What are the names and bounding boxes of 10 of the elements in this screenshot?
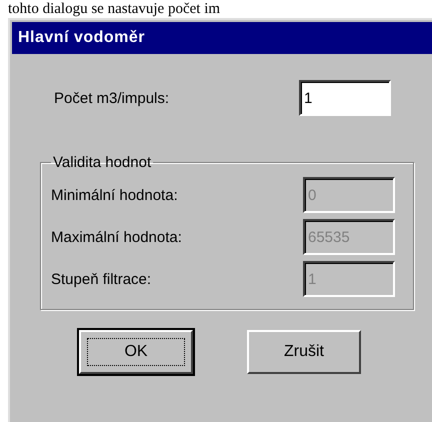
cancel-button[interactable]: Zrušit <box>247 330 361 374</box>
field-label: Stupeň filtrace: <box>51 270 152 288</box>
field-label: Minimální hodnota: <box>51 186 179 204</box>
page-text: tohto dialogu se nastavuje počet im <box>7 0 222 18</box>
group-title: Validita hodnot <box>52 154 152 171</box>
field-label: Počet m3/impuls: <box>53 90 170 106</box>
window-title: Hlavní vodoměr <box>12 22 432 54</box>
field-label: Maximální hodnota: <box>51 228 183 246</box>
ok-button[interactable]: OK <box>79 330 193 374</box>
input-field[interactable]: 1 <box>299 80 391 116</box>
